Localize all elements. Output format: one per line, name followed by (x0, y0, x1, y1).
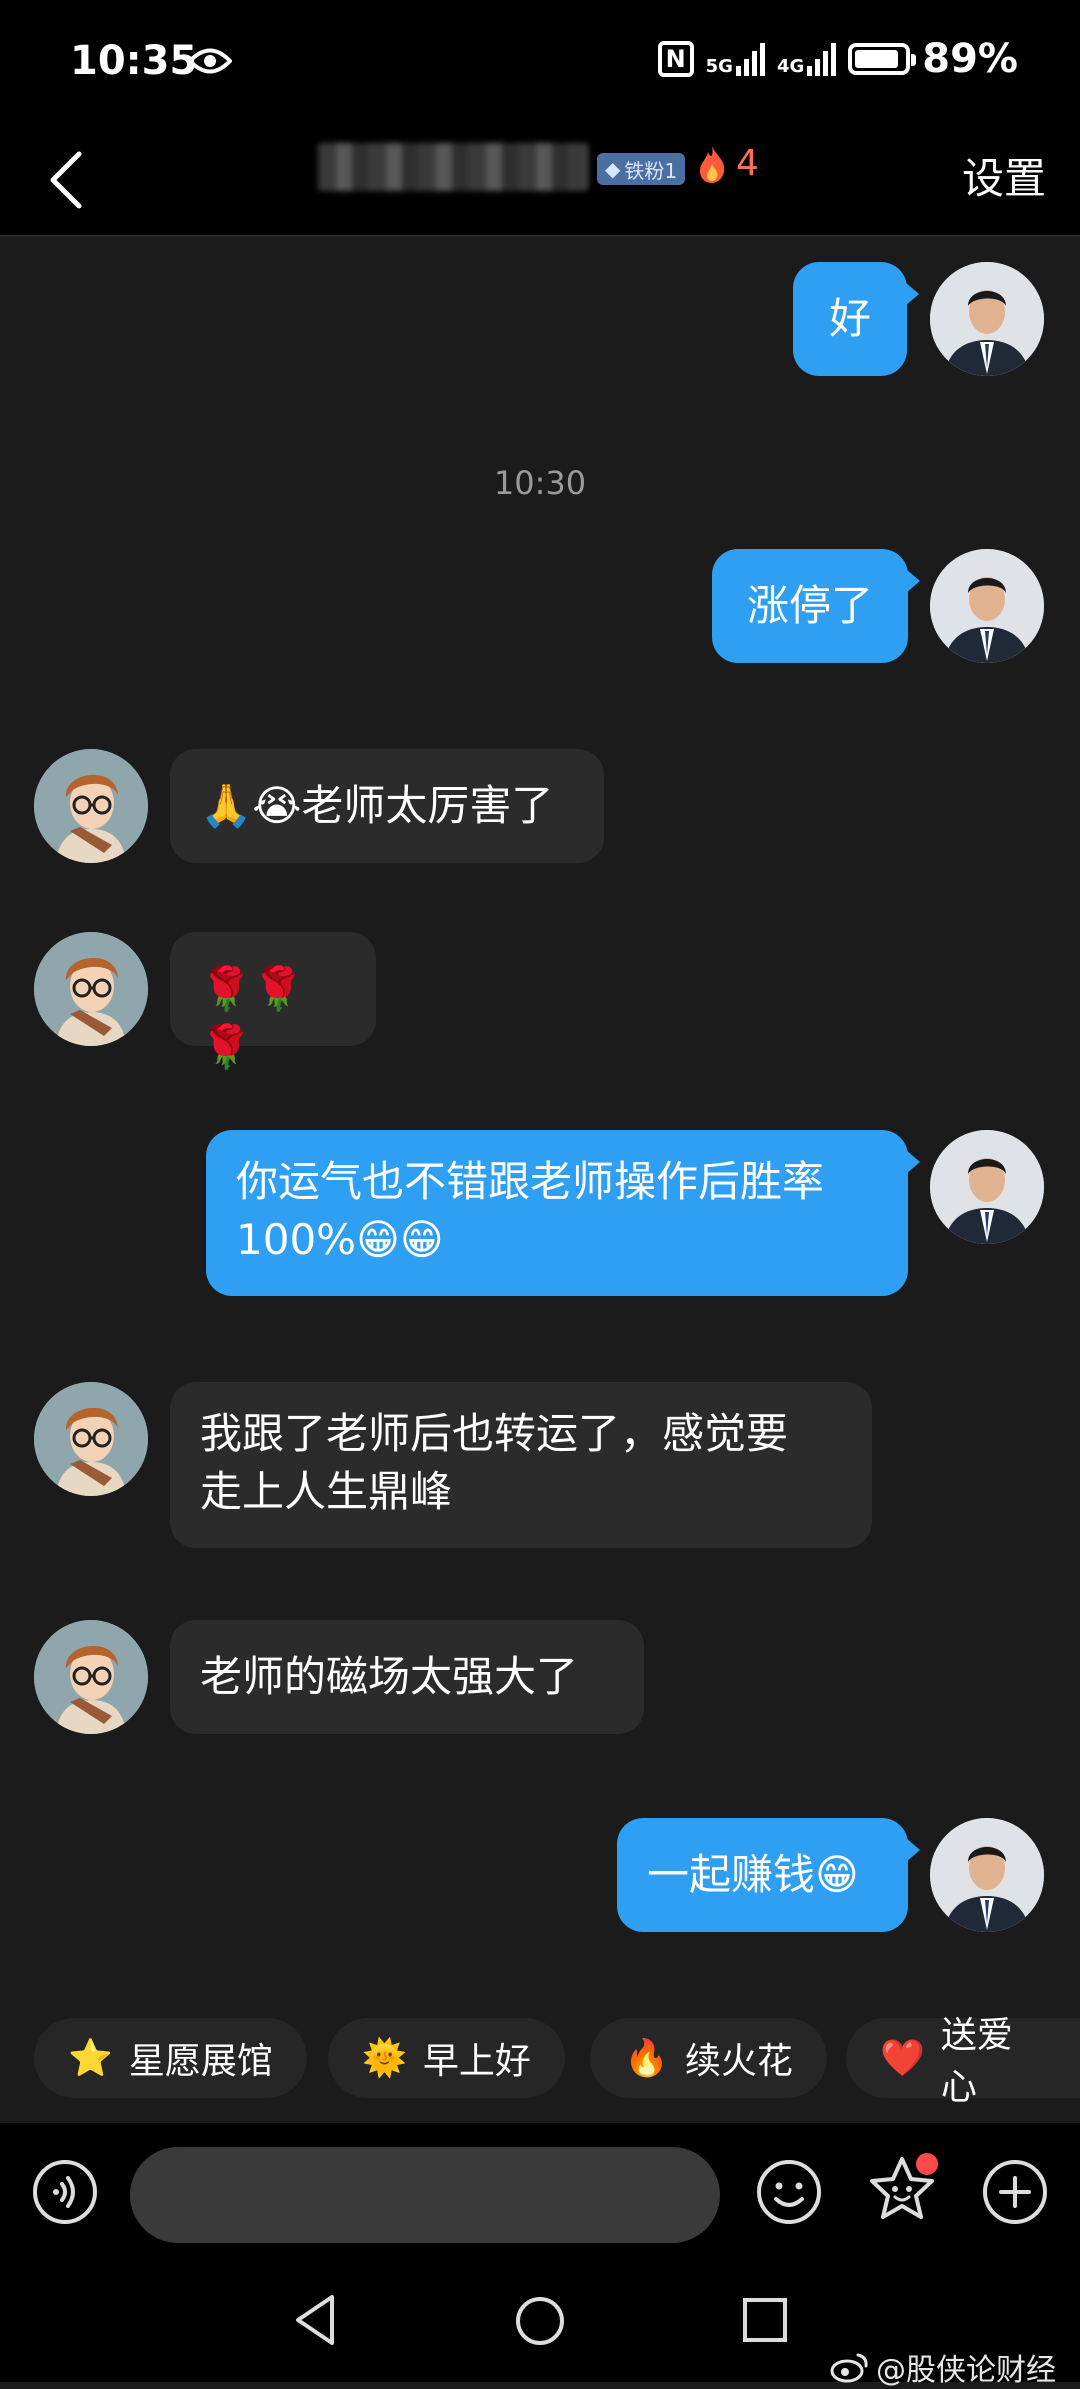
message-text: 一起赚钱😁 (647, 1850, 859, 1899)
battery-fill (855, 50, 898, 68)
weibo-logo-icon (830, 2353, 868, 2383)
status-bar: 10:35 N 5G 4G 89% (0, 0, 1080, 125)
businessman-avatar-icon (930, 1818, 1044, 1932)
message-bubble-received[interactable]: 🌹🌹🌹 (170, 932, 376, 1071)
avatar[interactable] (34, 932, 148, 1046)
chip-label: 续火花 (684, 2041, 793, 2082)
cartoon-boy-avatar-icon (34, 1382, 148, 1496)
message-bubble-sent[interactable]: 一起赚钱😁 (617, 1818, 920, 1932)
message-text: 老师的磁场太强大了 (200, 1652, 579, 1701)
emoji-icon[interactable] (756, 2159, 822, 2225)
settings-button[interactable]: 设置 (962, 145, 1046, 206)
diamond-icon: ◆ (605, 157, 621, 181)
heart-icon: ❤️ (880, 2038, 925, 2079)
quick-reply-bar: ⭐ 星愿展馆 🌞 早上好 🔥 续火花 ❤️ 送爱心 (0, 2010, 1080, 2110)
nav-back-icon[interactable] (292, 2293, 338, 2347)
message-text-line: 我跟了老师后也转运了，感觉要 (200, 1409, 789, 1458)
chip-label: 星愿展馆 (128, 2041, 273, 2082)
chip-label: 送爱心 (940, 2015, 1013, 2108)
back-button[interactable] (30, 145, 100, 215)
avatar[interactable] (34, 1382, 148, 1496)
avatar[interactable] (930, 1818, 1044, 1932)
timestamp: 10:30 (493, 464, 587, 502)
nav-recents-icon[interactable] (742, 2297, 788, 2343)
cartoon-boy-avatar-icon (34, 749, 148, 863)
notification-dot (916, 2153, 938, 2175)
nfc-icon: N (657, 41, 694, 77)
quick-reply-send-heart[interactable]: ❤️ 送爱心 (846, 2015, 1080, 2108)
avatar[interactable] (930, 1130, 1044, 1244)
fire-count-value: 4 (736, 143, 759, 184)
message-text: 涨停了 (746, 581, 873, 630)
sun-icon: 🌞 (362, 2038, 407, 2079)
system-nav-bar: @股侠论财经 (0, 2265, 1080, 2388)
plus-icon[interactable] (982, 2159, 1048, 2225)
chip-label: 早上好 (422, 2041, 531, 2082)
chat-header: ◆ 铁粉1 4 设置 (0, 125, 1080, 237)
quick-reply-continue-spark[interactable]: 🔥 续火花 (590, 2018, 827, 2098)
quick-reply-star-gallery[interactable]: ⭐ 星愿展馆 (34, 2018, 307, 2098)
message-list[interactable]: 好 10:30 涨停了 🙏😭老师太厉害了 🌹🌹🌹 你运气也不错跟老师操作后胜率 … (0, 237, 1080, 2017)
message-bubble-received[interactable]: 🙏😭老师太厉害了 (170, 749, 604, 863)
signal-bars-icon (735, 42, 765, 76)
message-text: 🙏😭老师太厉害了 (200, 781, 554, 830)
nav-home-icon[interactable] (514, 2295, 566, 2347)
spark-counter[interactable]: 4 (696, 143, 759, 184)
message-text: 好 (828, 294, 871, 343)
watermark: @股侠论财经 (830, 2345, 1056, 2389)
message-input[interactable] (130, 2147, 720, 2243)
avatar[interactable] (34, 1620, 148, 1734)
message-text-line: 100%😁😁 (236, 1215, 444, 1264)
fire-icon: 🔥 (624, 2038, 669, 2079)
watermark-text: @股侠论财经 (876, 2353, 1056, 2388)
cartoon-boy-avatar-icon (34, 1620, 148, 1734)
message-text: 🌹🌹🌹 (200, 964, 305, 1071)
quick-reply-good-morning[interactable]: 🌞 早上好 (328, 2018, 565, 2098)
fan-badge[interactable]: ◆ 铁粉1 (597, 153, 686, 185)
signal-bars-icon (807, 42, 837, 76)
signal-4g: 4G (776, 42, 837, 77)
message-bubble-received[interactable]: 老师的磁场太强大了 (170, 1620, 644, 1734)
message-bubble-sent[interactable]: 好 (793, 262, 919, 376)
eye-icon (188, 48, 232, 74)
net-4g-label: 4G (776, 56, 805, 77)
avatar[interactable] (930, 262, 1044, 376)
star-icon: ⭐ (68, 2038, 113, 2079)
avatar[interactable] (34, 749, 148, 863)
message-text-line: 你运气也不错跟老师操作后胜率 (236, 1157, 825, 1206)
chevron-left-icon (50, 151, 82, 209)
input-bar (0, 2123, 1080, 2265)
businessman-avatar-icon (930, 549, 1044, 663)
battery-percent: 89% (922, 36, 1018, 82)
contact-name-redacted[interactable] (318, 143, 588, 191)
message-bubble-sent[interactable]: 涨停了 (712, 549, 920, 663)
battery-icon (848, 43, 917, 75)
fire-icon (700, 145, 725, 183)
avatar[interactable] (930, 549, 1044, 663)
status-icons: N 5G 4G 89% (657, 36, 1018, 82)
net-5g-label: 5G (705, 56, 733, 77)
status-time: 10:35 (70, 38, 198, 84)
businessman-avatar-icon (930, 1130, 1044, 1244)
message-bubble-sent[interactable]: 你运气也不错跟老师操作后胜率 100%😁😁 (206, 1130, 920, 1296)
cartoon-boy-avatar-icon (34, 932, 148, 1046)
voice-input-icon[interactable] (32, 2159, 98, 2225)
message-text-line: 走上人生鼎峰 (200, 1467, 453, 1516)
businessman-avatar-icon (930, 262, 1044, 376)
message-bubble-received[interactable]: 我跟了老师后也转运了，感觉要 走上人生鼎峰 (170, 1382, 872, 1548)
fan-badge-label: 铁粉1 (624, 158, 678, 183)
signal-5g: 5G (706, 42, 765, 76)
